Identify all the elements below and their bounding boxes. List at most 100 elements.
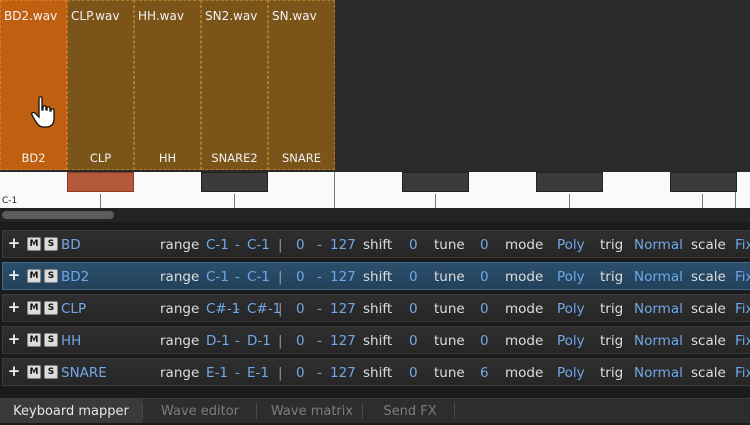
range-dash: - (235, 301, 240, 317)
mute-button[interactable]: M (27, 301, 41, 315)
mode-value[interactable]: Poly (557, 269, 585, 285)
tab-wave-matrix[interactable]: Wave matrix (262, 399, 362, 423)
velocity-high-value[interactable]: 127 (330, 237, 356, 253)
solo-button[interactable]: S (44, 301, 58, 315)
black-key-gsharp[interactable] (536, 172, 603, 192)
velocity-high-value[interactable]: 127 (330, 333, 356, 349)
solo-button[interactable]: S (44, 237, 58, 251)
trig-value[interactable]: Normal (634, 365, 683, 381)
zone-label: SNARE (281, 151, 322, 165)
mode-value[interactable]: Poly (557, 365, 585, 381)
range-low-value[interactable]: C-1 (206, 237, 229, 253)
mapping-row[interactable]: + M S BD2 range C-1- C-1 | 0-127 shift 0 tune 0 mode P… (2, 262, 750, 290)
mute-button[interactable]: M (27, 269, 41, 283)
tab-send-fx[interactable]: Send FX (368, 399, 452, 423)
velocity-low-value[interactable]: 0 (296, 365, 305, 381)
horizontal-scrollbar[interactable] (0, 208, 750, 222)
tune-value[interactable]: 0 (480, 269, 489, 285)
mapping-row[interactable]: + M S CLP range C#-1- C#-1 | 0-127 shift 0 tune 0 mod… (2, 294, 750, 322)
mute-button[interactable]: M (27, 365, 41, 379)
mode-value[interactable]: Poly (557, 237, 585, 253)
shift-value[interactable]: 0 (409, 301, 418, 317)
sample-zone-area[interactable]: BD2.wav BD2 CLP.wav CLP HH.wav HH SN2.wa… (0, 0, 750, 172)
zone-bd2[interactable]: BD2.wav BD2 (0, 0, 67, 170)
trig-value[interactable]: Normal (634, 237, 683, 253)
tune-value[interactable]: 0 (480, 301, 489, 317)
scale-label: scale (691, 269, 726, 285)
velocity-low-value[interactable]: 0 (296, 333, 305, 349)
range-dash: - (235, 269, 240, 285)
mute-button[interactable]: M (27, 237, 41, 251)
piano-keyboard[interactable] (0, 172, 750, 208)
velocity-low-value[interactable]: 0 (296, 237, 305, 253)
scale-value[interactable]: Fix (735, 333, 750, 349)
solo-button[interactable]: S (44, 365, 58, 379)
shift-value[interactable]: 0 (409, 269, 418, 285)
separator: | (278, 365, 283, 381)
tab-separator (454, 403, 455, 419)
black-key-dsharp[interactable] (201, 172, 268, 192)
range-high-value[interactable]: E-1 (247, 365, 269, 381)
tab-wave-editor[interactable]: Wave editor (150, 399, 250, 423)
row-name[interactable]: CLP (61, 301, 86, 317)
row-name[interactable]: SNARE (61, 365, 107, 381)
zone-sn[interactable]: SN.wav SNARE (268, 0, 335, 170)
add-icon[interactable]: + (7, 236, 21, 251)
shift-value[interactable]: 0 (409, 365, 418, 381)
range-low-value[interactable]: C-1 (206, 269, 229, 285)
black-key-fsharp[interactable] (402, 172, 469, 192)
velocity-high-value[interactable]: 127 (330, 365, 356, 381)
range-high-value[interactable]: D-1 (247, 333, 271, 349)
range-high-value[interactable]: C-1 (247, 237, 270, 253)
mapping-row[interactable]: + M S BD range C-1- C-1 | 0-127 shift 0 tune 0 mode Po… (2, 230, 750, 258)
zone-hh[interactable]: HH.wav HH (134, 0, 201, 170)
row-name[interactable]: HH (61, 333, 81, 349)
solo-button[interactable]: S (44, 333, 58, 347)
add-icon[interactable]: + (7, 332, 21, 347)
zone-clp[interactable]: CLP.wav CLP (67, 0, 134, 170)
range-high-value[interactable]: C-1 (247, 269, 270, 285)
trig-value[interactable]: Normal (634, 333, 683, 349)
scale-value[interactable]: Fix (735, 365, 750, 381)
separator: | (278, 301, 283, 317)
scale-value[interactable]: Fix (735, 237, 750, 253)
mode-value[interactable]: Poly (557, 333, 585, 349)
velocity-high-value[interactable]: 127 (330, 269, 356, 285)
row-name[interactable]: BD2 (61, 269, 89, 285)
range-low-value[interactable]: D-1 (206, 333, 230, 349)
mute-button[interactable]: M (27, 333, 41, 347)
scale-value[interactable]: Fix (735, 301, 750, 317)
shift-value[interactable]: 0 (409, 237, 418, 253)
mode-label: mode (505, 301, 544, 317)
tune-value[interactable]: 0 (480, 237, 489, 253)
shift-value[interactable]: 0 (409, 333, 418, 349)
add-icon[interactable]: + (7, 300, 21, 315)
row-name[interactable]: BD (61, 237, 81, 253)
trig-value[interactable]: Normal (634, 301, 683, 317)
velocity-dash: - (317, 365, 322, 381)
velocity-low-value[interactable]: 0 (296, 301, 305, 317)
tune-value[interactable]: 6 (480, 365, 489, 381)
velocity-low-value[interactable]: 0 (296, 269, 305, 285)
mode-value[interactable]: Poly (557, 301, 585, 317)
velocity-high-value[interactable]: 127 (330, 301, 356, 317)
scale-value[interactable]: Fix (735, 269, 750, 285)
tab-keyboard-mapper[interactable]: Keyboard mapper (0, 399, 142, 423)
mapping-row[interactable]: + M S SNARE range E-1- E-1 | 0-127 shift 0 tune 6 mod… (2, 358, 750, 386)
zone-sn2[interactable]: SN2.wav SNARE2 (201, 0, 268, 170)
solo-button[interactable]: S (44, 269, 58, 283)
zone-label: CLP (89, 151, 112, 165)
trig-label: trig (600, 365, 624, 381)
scrollbar-thumb[interactable] (2, 211, 114, 219)
mapping-row[interactable]: + M S HH range D-1- D-1 | 0-127 shift 0 tune 0 mode Po… (2, 326, 750, 354)
range-dash: - (235, 365, 240, 381)
tune-value[interactable]: 0 (480, 333, 489, 349)
scale-label: scale (691, 333, 726, 349)
trig-value[interactable]: Normal (634, 269, 683, 285)
range-low-value[interactable]: E-1 (206, 365, 228, 381)
add-icon[interactable]: + (7, 364, 21, 379)
range-high-value[interactable]: C#-1 (247, 301, 281, 317)
black-key-asharp[interactable] (670, 172, 737, 192)
add-icon[interactable]: + (7, 268, 21, 283)
black-key-csharp[interactable] (67, 172, 134, 192)
